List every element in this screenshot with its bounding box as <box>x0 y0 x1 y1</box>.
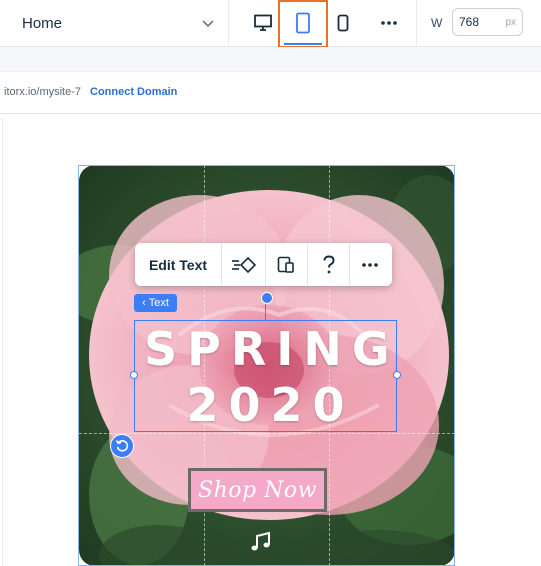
active-device-indicator <box>284 43 322 45</box>
page-selector-label: Home <box>22 14 63 32</box>
rotate-button[interactable] <box>110 434 134 458</box>
width-input[interactable]: 768 px <box>452 8 523 36</box>
width-unit: px <box>505 17 516 28</box>
shop-now-label: Shop Now <box>198 477 317 503</box>
chevron-down-icon <box>202 20 214 28</box>
text-selection-box <box>134 320 397 432</box>
divider <box>416 0 417 46</box>
more-devices-button[interactable] <box>372 0 406 46</box>
shop-now-button[interactable]: Shop Now <box>188 468 327 512</box>
more-icon <box>381 21 397 25</box>
help-icon <box>323 255 335 273</box>
layout-icon <box>277 256 294 273</box>
site-url: itorx.io/mysite-7 <box>4 86 82 98</box>
rotate-icon <box>115 440 129 452</box>
divider <box>228 0 229 46</box>
desktop-icon <box>254 14 272 31</box>
resize-handle-left[interactable] <box>130 371 138 379</box>
animation-icon <box>232 256 257 273</box>
more-icon <box>362 262 378 267</box>
layout-button[interactable] <box>265 243 307 286</box>
animation-button[interactable] <box>223 243 265 286</box>
desktop-view-button[interactable] <box>246 0 280 46</box>
width-label: W <box>431 16 443 30</box>
toolbar-spacer <box>0 47 541 71</box>
url-bar: itorx.io/mysite-7 Connect Domain <box>0 71 541 115</box>
music-icon[interactable] <box>249 530 273 554</box>
more-actions-button[interactable] <box>349 243 391 286</box>
page-selector[interactable]: Home <box>6 0 226 46</box>
resize-handle-right[interactable] <box>393 371 401 379</box>
divider <box>221 243 222 286</box>
chevron-left-icon: ‹ <box>142 297 146 309</box>
help-button[interactable] <box>308 243 350 286</box>
element-type-badge[interactable]: ‹ Text <box>134 294 177 312</box>
top-toolbar: Home W 768 px <box>0 0 541 48</box>
mobile-icon <box>337 14 349 32</box>
rotate-handle-stem <box>265 302 266 320</box>
width-value: 768 <box>459 15 480 29</box>
mobile-view-button[interactable] <box>330 0 356 46</box>
element-type-label: Text <box>148 297 169 309</box>
active-device-highlight <box>278 0 328 48</box>
layout-guide <box>79 433 455 434</box>
canvas-edge <box>2 118 3 566</box>
rotate-handle[interactable] <box>261 292 273 304</box>
edit-text-button[interactable]: Edit Text <box>135 243 221 286</box>
text-floating-toolbar: Edit Text <box>135 243 392 286</box>
connect-domain-link[interactable]: Connect Domain <box>90 86 177 98</box>
